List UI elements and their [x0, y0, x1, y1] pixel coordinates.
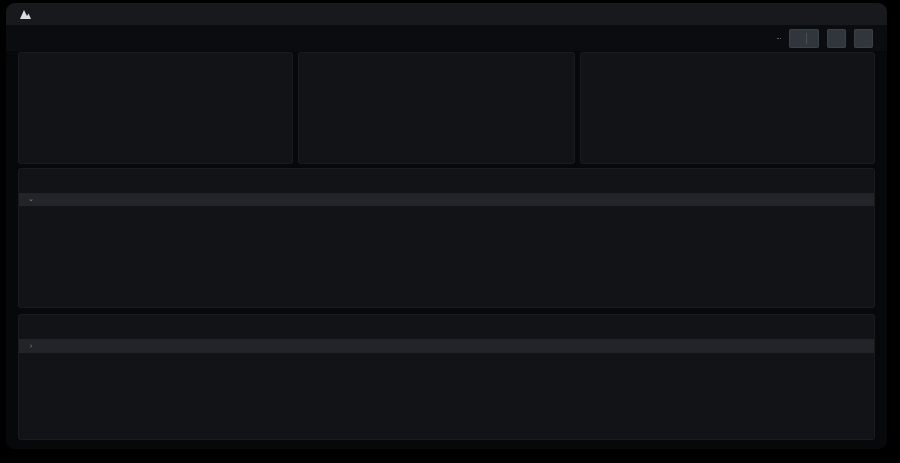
- chevron-down-icon[interactable]: ⌄: [27, 196, 35, 203]
- panel-wallet-share: ›: [18, 314, 875, 440]
- dashboard-body: ⌄ ›: [6, 51, 887, 449]
- wallet-table: ›: [19, 339, 874, 353]
- scatter-plot: [623, 78, 860, 126]
- brand-logo-icon[interactable]: [18, 8, 31, 21]
- refreshed-status: [777, 37, 781, 39]
- asset-table: ⌄: [19, 193, 874, 206]
- refresh-button[interactable]: [789, 29, 819, 48]
- panel-asset-table: ⌄: [18, 168, 875, 308]
- dashboard-header: [6, 25, 887, 51]
- chevron-right-icon[interactable]: ›: [27, 343, 35, 350]
- app-window: ⌄ ›: [6, 3, 887, 449]
- panel-revenue-by-branch: [18, 52, 293, 164]
- top-nav-bar: [6, 3, 887, 25]
- panel-quarters-growth: [298, 52, 574, 164]
- asset-header-row: ⌄: [19, 193, 874, 206]
- edit-button[interactable]: [827, 29, 846, 48]
- y-axis-title: [581, 64, 590, 134]
- more-button[interactable]: [854, 29, 873, 48]
- panel-branch-performance: [580, 52, 875, 164]
- wallet-header-row: ›: [19, 339, 874, 353]
- button-divider: [806, 33, 807, 44]
- bar-plot: [59, 81, 282, 141]
- line-plot: [337, 79, 563, 135]
